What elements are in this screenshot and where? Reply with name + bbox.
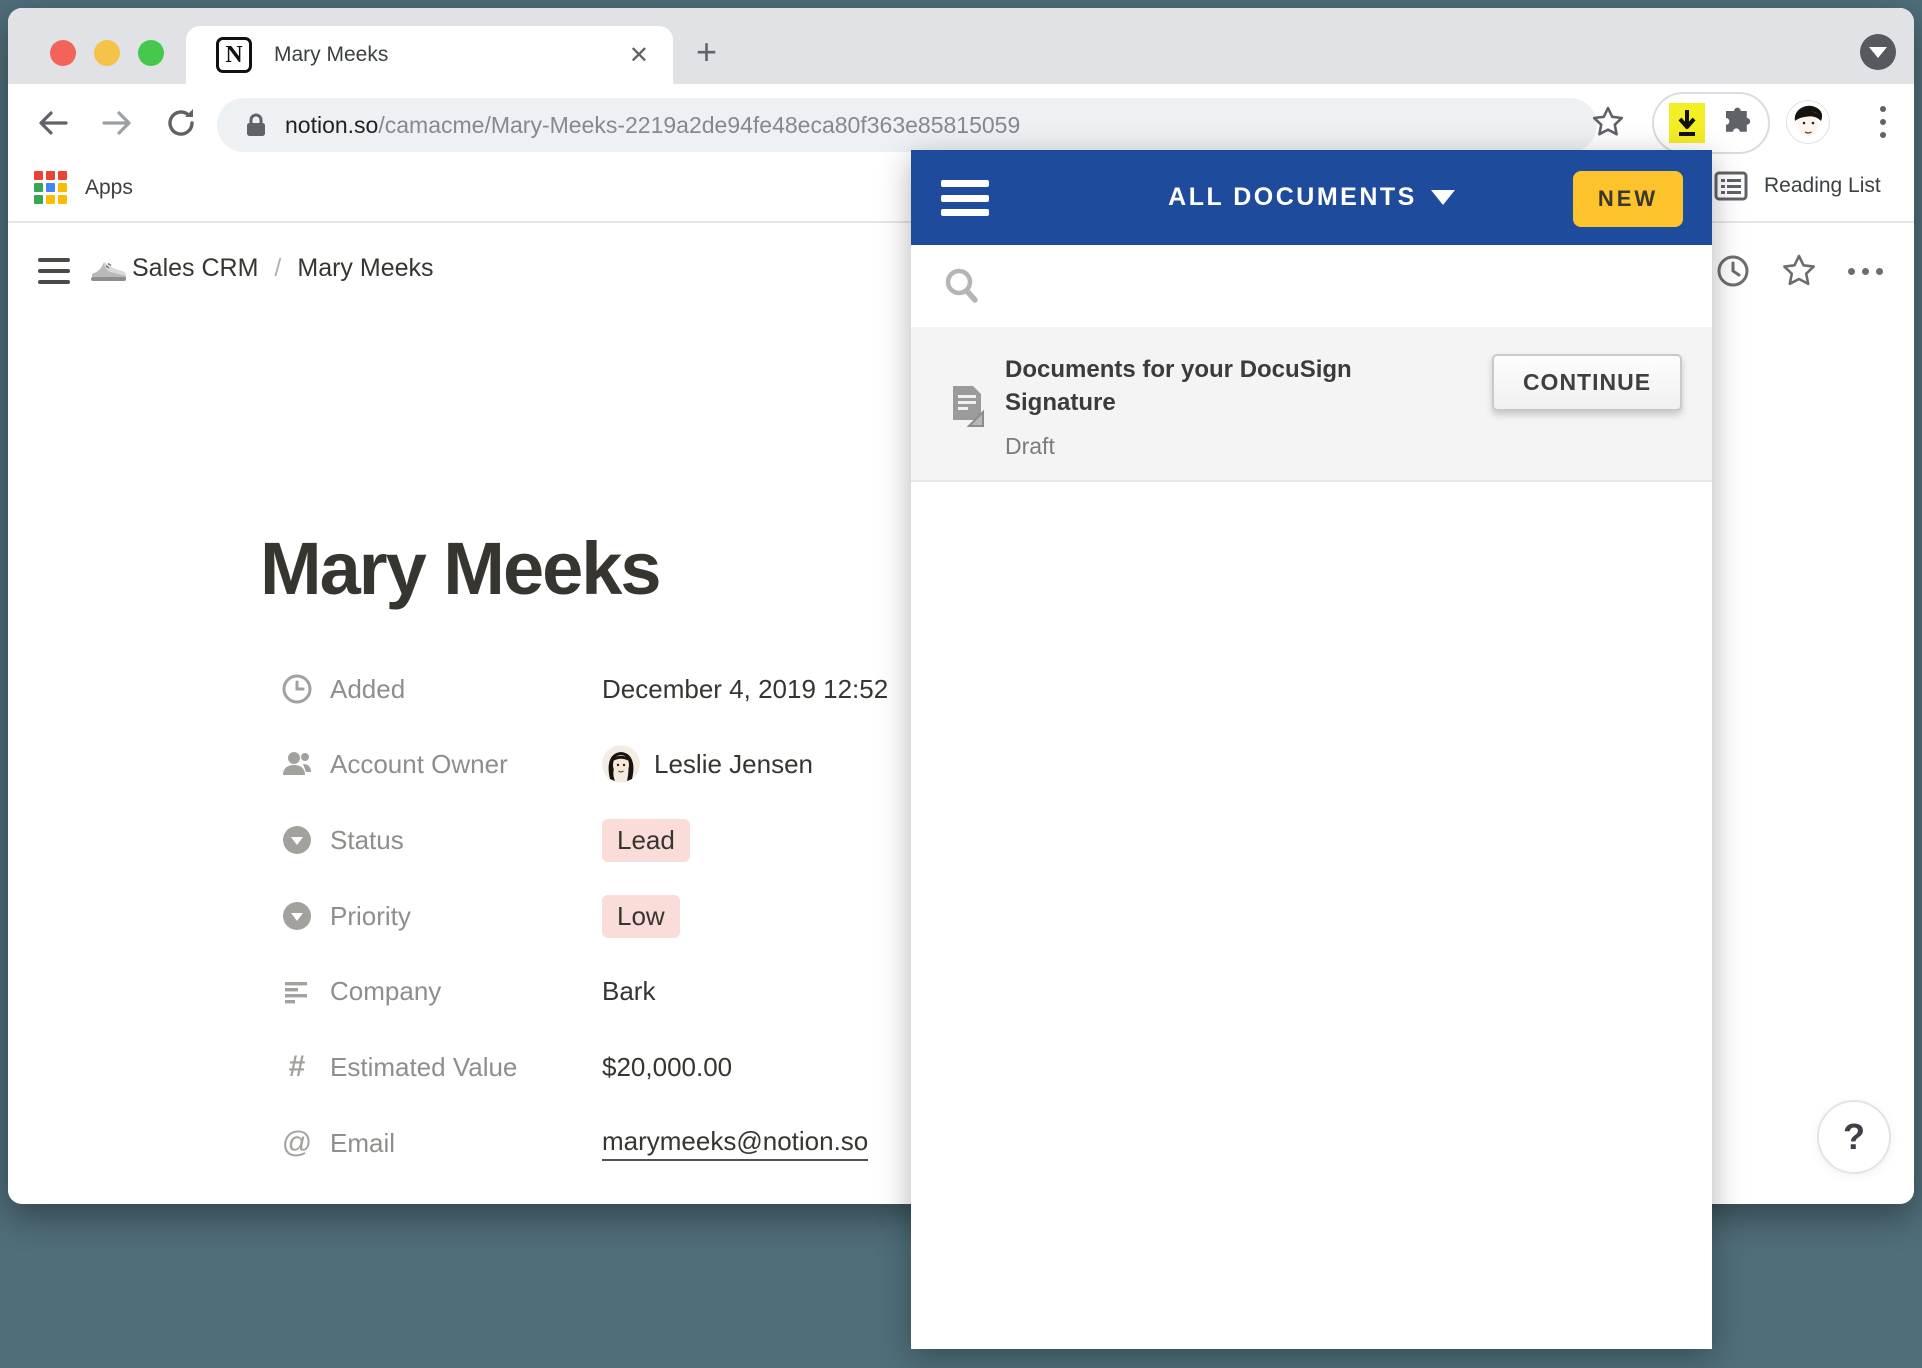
page-more-icon[interactable] (1848, 268, 1883, 275)
forward-icon[interactable] (100, 106, 134, 140)
property-label: Company (330, 976, 602, 1007)
extensions-pill (1652, 92, 1770, 154)
breadcrumb-current[interactable]: Mary Meeks (297, 254, 433, 283)
minimize-window-button[interactable] (94, 40, 120, 66)
property-label: Priority (330, 901, 602, 932)
close-window-button[interactable] (50, 40, 76, 66)
email-link[interactable]: marymeeks@notion.so (602, 1126, 868, 1161)
docusign-popup: ALL DOCUMENTS NEW Documents for your Doc… (911, 150, 1712, 1349)
documents-filter-label: ALL DOCUMENTS (1168, 183, 1417, 212)
property-value: December 4, 2019 12:52 (602, 674, 888, 705)
property-value: $20,000.00 (602, 1052, 732, 1083)
tab-search-button[interactable] (1860, 34, 1896, 70)
property-label: Estimated Value (330, 1052, 602, 1083)
priority-tag: Low (602, 895, 680, 938)
maximize-window-button[interactable] (138, 40, 164, 66)
lock-icon (245, 112, 267, 138)
url-bar[interactable]: notion.so/camacme/Mary-Meeks-2219a2de94f… (217, 98, 1597, 152)
back-icon[interactable] (36, 106, 70, 140)
sidebar-toggle-icon[interactable] (38, 258, 70, 284)
reading-list-label: Reading List (1764, 174, 1881, 198)
reading-list-icon (1714, 171, 1748, 201)
new-tab-button[interactable]: + (696, 34, 717, 70)
select-icon (280, 899, 314, 933)
clock-icon (280, 672, 314, 706)
continue-button[interactable]: CONTINUE (1492, 354, 1682, 411)
tab-close-icon[interactable]: ✕ (629, 41, 649, 70)
property-row-company[interactable]: Company Bark (280, 966, 655, 1016)
property-label: Email (330, 1128, 602, 1159)
notion-favicon: N (216, 37, 252, 73)
document-title: Documents for your DocuSign Signature (1005, 353, 1435, 419)
property-label: Account Owner (330, 749, 602, 780)
page-title: Mary Meeks (260, 526, 660, 611)
document-status: Draft (1005, 433, 1435, 460)
property-row-email[interactable]: @ Email marymeeks@notion.so (280, 1118, 868, 1168)
property-value: Bark (602, 976, 655, 1007)
reading-list-button[interactable]: Reading List (1714, 171, 1881, 201)
hash-number-icon: # (280, 1050, 314, 1084)
breadcrumb: Sales CRM / Mary Meeks (132, 254, 434, 283)
bookmark-apps[interactable]: Apps (34, 171, 133, 204)
property-row-priority[interactable]: Priority Low (280, 891, 680, 941)
docusign-extension-icon[interactable] (1669, 103, 1705, 143)
updates-clock-icon[interactable] (1714, 252, 1752, 290)
help-button[interactable]: ? (1817, 1100, 1891, 1174)
tab-strip: N Mary Meeks ✕ + (8, 8, 1914, 84)
property-row-estimated-value[interactable]: # Estimated Value $20,000.00 (280, 1042, 732, 1092)
document-signature-icon (943, 382, 993, 434)
person-icon (280, 747, 314, 781)
url-domain: notion.so (285, 112, 378, 138)
browser-tab[interactable]: N Mary Meeks ✕ (186, 26, 673, 84)
select-icon (280, 823, 314, 857)
document-list-item[interactable]: Documents for your DocuSign Signature Dr… (911, 327, 1712, 482)
property-label: Status (330, 825, 602, 856)
property-row-account-owner[interactable]: Account Owner Leslie Jensen (280, 739, 813, 789)
caret-down-icon (1431, 190, 1455, 205)
apps-grid-icon (34, 171, 67, 204)
url-path: /camacme/Mary-Meeks-2219a2de94fe48eca80f… (378, 112, 1020, 138)
property-label: Added (330, 674, 602, 705)
puzzle-extensions-icon[interactable] (1721, 107, 1753, 139)
docusign-header: ALL DOCUMENTS NEW (911, 150, 1712, 245)
property-row-status[interactable]: Status Lead (280, 815, 690, 865)
chevron-down-icon (1869, 47, 1887, 58)
tab-title: Mary Meeks (274, 43, 629, 67)
breadcrumb-root[interactable]: Sales CRM (132, 254, 258, 283)
property-row-added[interactable]: Added December 4, 2019 12:52 (280, 664, 888, 714)
new-document-button[interactable]: NEW (1573, 171, 1683, 227)
favorite-star-icon[interactable] (1780, 252, 1818, 290)
reload-icon[interactable] (164, 106, 198, 140)
status-tag: Lead (602, 819, 690, 862)
profile-avatar-image (1787, 101, 1829, 143)
person-avatar (602, 745, 640, 783)
profile-avatar[interactable] (1786, 100, 1830, 144)
apps-label: Apps (85, 176, 133, 200)
text-icon (280, 974, 314, 1008)
browser-menu-icon[interactable] (1880, 106, 1886, 138)
bookmark-star-icon[interactable] (1590, 104, 1626, 140)
person-name: Leslie Jensen (654, 749, 813, 780)
search-input[interactable] (911, 245, 1712, 327)
document-info: Documents for your DocuSign Signature Dr… (1005, 353, 1435, 460)
breadcrumb-separator: / (258, 254, 297, 283)
url-text: notion.so/camacme/Mary-Meeks-2219a2de94f… (285, 112, 1020, 139)
sneaker-page-icon (88, 248, 128, 288)
property-value: Leslie Jensen (602, 745, 813, 783)
desktop: { "browser": { "tab_title": "Mary Meeks"… (0, 0, 1922, 1368)
at-email-icon: @ (280, 1126, 314, 1160)
search-icon (943, 267, 981, 307)
